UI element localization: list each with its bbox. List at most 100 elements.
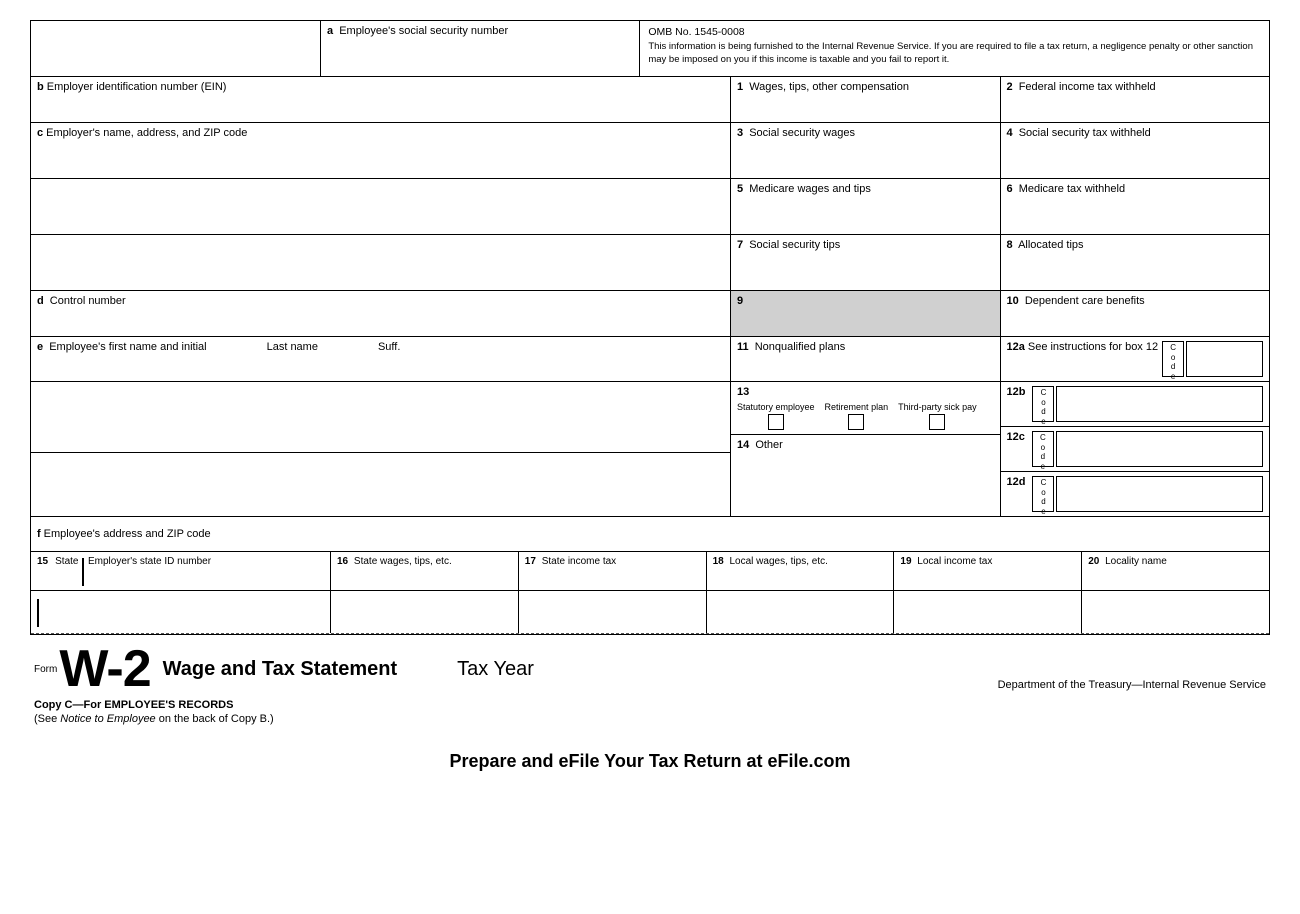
- field-13-number: 13: [737, 386, 749, 398]
- code-d2: d: [1041, 407, 1045, 417]
- field-15-state: State: [55, 556, 78, 567]
- field-e-suff-text: Suff.: [378, 341, 400, 353]
- cell-box6: 6 Medicare tax withheld: [1001, 179, 1270, 234]
- tax-year: Tax Year: [457, 658, 534, 681]
- field-e-last-text: Last name: [267, 341, 318, 353]
- row-b-1-2: b Employer identification number (EIN) 1…: [31, 77, 1269, 123]
- field-18-text: Local wages, tips, etc.: [730, 556, 828, 567]
- footer-area: Form W-2 Wage and Tax Statement Tax Year…: [30, 643, 1270, 725]
- field-15-number: 15: [37, 556, 48, 567]
- cell-blank-top-left: [31, 21, 321, 76]
- field-11-text: Nonqualified plans: [755, 341, 846, 353]
- field-17-number: 17: [525, 556, 536, 567]
- irs-note: This information is being furnished to t…: [648, 41, 1261, 67]
- state-bar-data: [37, 599, 39, 627]
- cell-e-labels: e Employee's first name and initial Last…: [31, 337, 731, 381]
- field-11-number: 11: [737, 341, 749, 353]
- cell-c: c Employer's name, address, and ZIP code: [31, 123, 731, 178]
- cell-box17: 17 State income tax: [519, 552, 707, 590]
- field-2-number: 2: [1007, 81, 1013, 93]
- field-20-number: 20: [1088, 556, 1099, 567]
- statutory-label: Statutory employee: [737, 402, 815, 412]
- field-6-number: 6: [1007, 183, 1013, 195]
- name-entry-area: [31, 382, 730, 452]
- row-e-11-12a: e Employee's first name and initial Last…: [31, 337, 1269, 382]
- field-16-text: State wages, tips, etc.: [354, 556, 452, 567]
- col-13-14: 13 Statutory employee Retirement plan Th…: [731, 382, 1001, 516]
- field-12d-number: 12d: [1007, 476, 1026, 488]
- row-15-20-header: 15 State Employer's state ID number 16 S…: [31, 552, 1269, 591]
- field-e-first-text: Employee's first name and initial: [49, 341, 206, 353]
- statutory-checkbox[interactable]: [768, 414, 784, 430]
- cell-box12d: 12d C o d e: [1001, 472, 1270, 516]
- field-1-number: 1: [737, 81, 743, 93]
- cell-box8: 8 Allocated tips: [1001, 235, 1270, 290]
- efile-text: Prepare and eFile Your Tax Return at eFi…: [449, 751, 850, 771]
- form-label: Form: [34, 664, 57, 675]
- cell-19-data: [894, 591, 1082, 633]
- field-b-text: Employer identification number (EIN): [47, 81, 227, 93]
- omb-number: OMB No. 1545-0008: [648, 25, 1261, 39]
- field-f-letter: f: [37, 528, 41, 540]
- name-entry-area-2: [31, 452, 730, 516]
- wage-tax-statement: Wage and Tax Statement: [163, 658, 398, 681]
- code-d: d: [1171, 362, 1175, 372]
- field-3-text: Social security wages: [749, 127, 855, 139]
- checkbox-retirement: Retirement plan: [825, 402, 889, 430]
- cell-omb-note: OMB No. 1545-0008 This information is be…: [640, 21, 1269, 76]
- thirdparty-checkbox[interactable]: [929, 414, 945, 430]
- copy-line: Copy C—For EMPLOYEE'S RECORDS: [34, 699, 1266, 711]
- code-c: C: [1170, 343, 1176, 353]
- cell-box15: 15 State Employer's state ID number: [31, 552, 331, 590]
- field-c-letter: c: [37, 127, 43, 139]
- checkbox-thirdparty: Third-party sick pay: [898, 402, 977, 430]
- code-e3: e: [1041, 462, 1045, 472]
- field-1-text: Wages, tips, other compensation: [749, 81, 909, 93]
- code-box-12a: C o d e: [1162, 341, 1184, 377]
- field-12c-number: 12c: [1007, 431, 1025, 443]
- field-f-text: Employee's address and ZIP code: [44, 528, 211, 540]
- row-c-3-4: c Employer's name, address, and ZIP code…: [31, 123, 1269, 179]
- cell-16-data: [331, 591, 519, 633]
- cell-box4: 4 Social security tax withheld: [1001, 123, 1270, 178]
- field-19-number: 19: [900, 556, 911, 567]
- cell-box12c: 12c C o d e: [1001, 427, 1270, 472]
- retirement-checkbox[interactable]: [848, 414, 864, 430]
- row-f-address: f Employee's address and ZIP code: [31, 517, 1269, 552]
- cell-15-data: [31, 591, 331, 633]
- field-2-text: Federal income tax withheld: [1019, 81, 1156, 93]
- code-o: o: [1171, 353, 1175, 363]
- field-16-number: 16: [337, 556, 348, 567]
- field-15-employer-id: Employer's state ID number: [88, 556, 211, 567]
- cell-c-continued: [31, 179, 731, 234]
- code-d4: d: [1041, 497, 1045, 507]
- cell-box1: 1 Wages, tips, other compensation: [731, 77, 1001, 122]
- field-8-text: Allocated tips: [1018, 239, 1083, 251]
- w2-form: a Employee's social security number OMB …: [30, 20, 1270, 635]
- checkboxes-container: Statutory employee Retirement plan Third…: [737, 402, 994, 430]
- code-value-12b: [1056, 386, 1263, 422]
- code-c4: C: [1041, 478, 1047, 488]
- field-d-letter: d: [37, 295, 44, 307]
- state-line: 15 State Employer's state ID number: [37, 556, 211, 586]
- code-o4: o: [1041, 488, 1045, 498]
- cell-box3: 3 Social security wages: [731, 123, 1001, 178]
- field-7-number: 7: [737, 239, 743, 251]
- code-value-12c: [1056, 431, 1263, 467]
- notice-italic: Notice to Employee: [60, 713, 155, 725]
- field-c-text: Employer's name, address, and ZIP code: [46, 127, 247, 139]
- row-c-cont-7-8: 7 Social security tips 8 Allocated tips: [31, 235, 1269, 291]
- field-b-letter: b: [37, 81, 44, 93]
- row-c-cont-5-6: 5 Medicare wages and tips 6 Medicare tax…: [31, 179, 1269, 235]
- code-o2: o: [1041, 398, 1045, 408]
- cell-box19: 19 Local income tax: [894, 552, 1082, 590]
- state-divider: [82, 558, 84, 586]
- cell-box13: 13 Statutory employee Retirement plan Th…: [731, 382, 1000, 435]
- field-8-number: 8: [1007, 239, 1013, 251]
- field-10-text: Dependent care benefits: [1025, 295, 1145, 307]
- cell-box16: 16 State wages, tips, etc.: [331, 552, 519, 590]
- field-e-letter: e: [37, 341, 43, 353]
- field-4-number: 4: [1007, 127, 1013, 139]
- row-a-header: a Employee's social security number OMB …: [31, 21, 1269, 77]
- field-18-number: 18: [713, 556, 724, 567]
